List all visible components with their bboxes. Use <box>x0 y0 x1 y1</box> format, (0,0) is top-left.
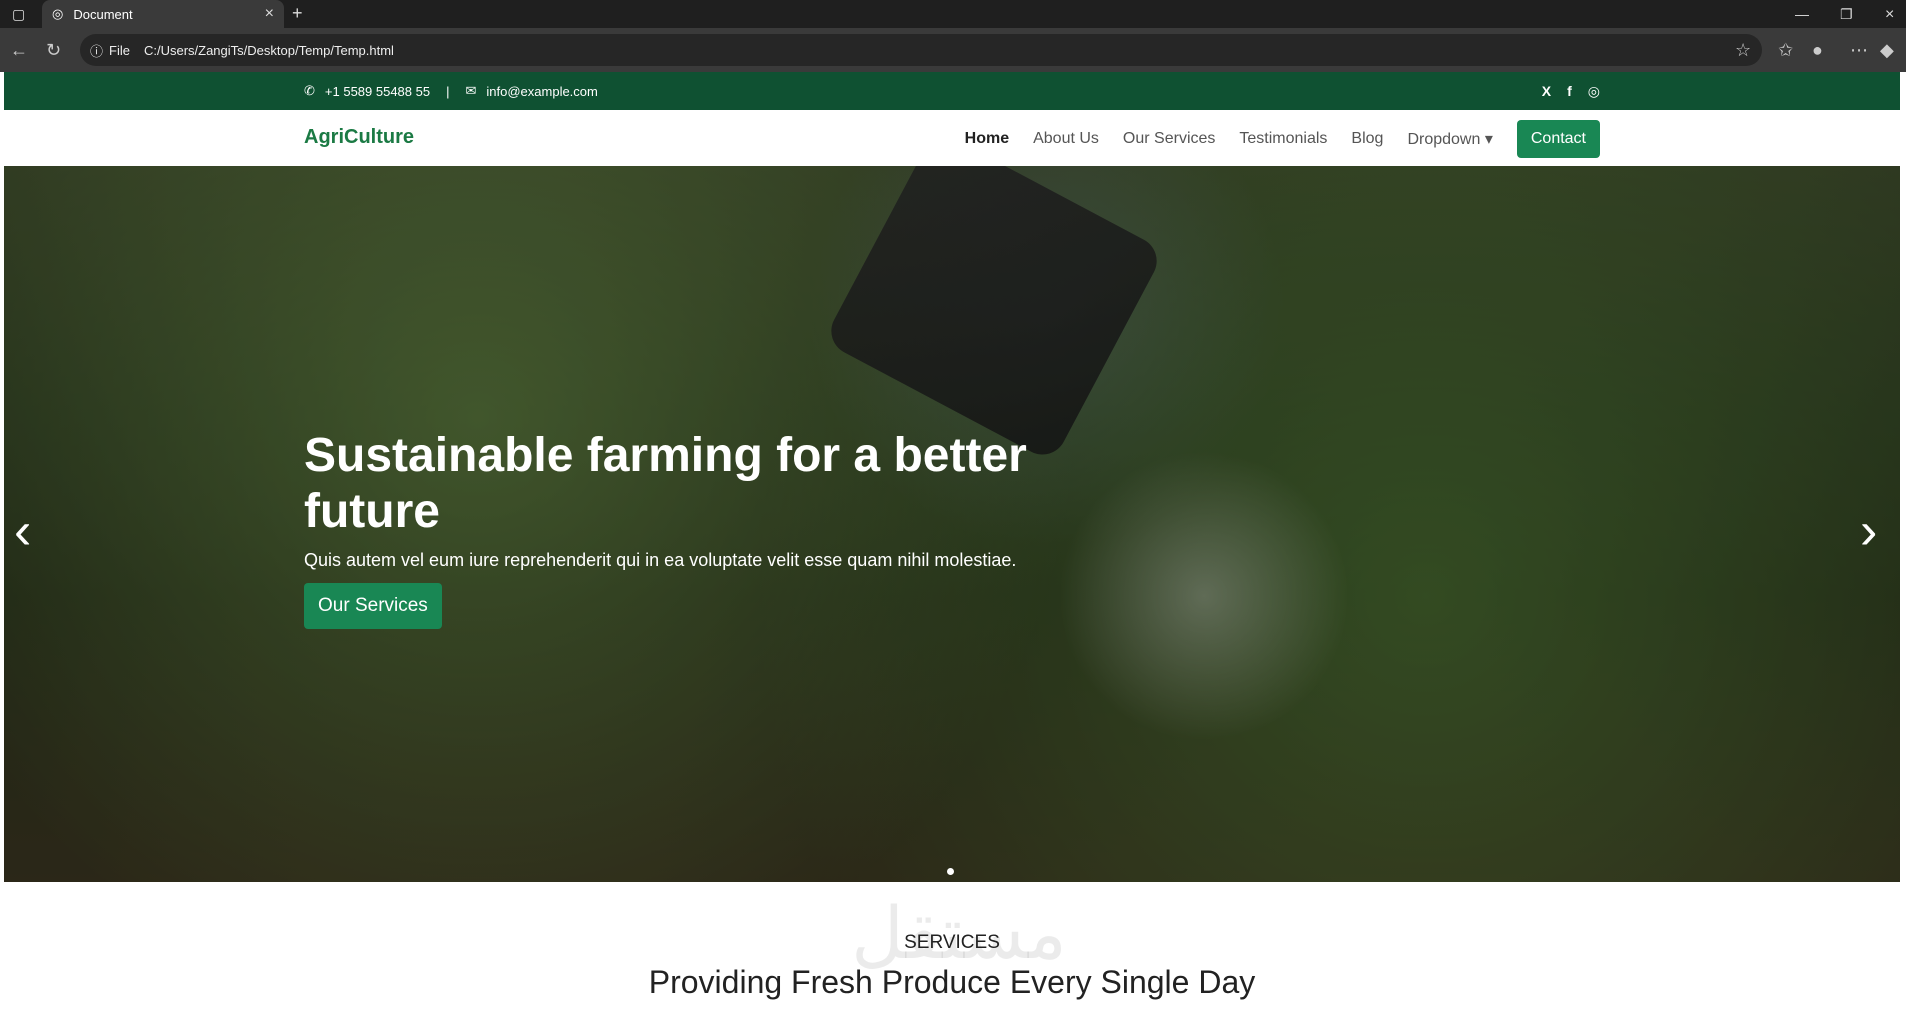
services-section: مستقل SERVICES Providing Fresh Produce E… <box>4 882 1900 1026</box>
section-heading: Providing Fresh Produce Every Single Day <box>648 964 1256 1000</box>
hero-title: Sustainable farming for a better future <box>304 429 1027 538</box>
carousel-indicator-dot[interactable] <box>947 868 954 875</box>
facebook-icon[interactable]: f <box>1567 83 1572 99</box>
restore-icon[interactable]: ❐ <box>1840 6 1853 23</box>
nav-our-services[interactable]: Our Services <box>1123 130 1215 148</box>
browser-tab[interactable]: ◎ Document × <box>42 0 284 28</box>
new-tab-icon[interactable]: + <box>292 3 303 24</box>
url-bar[interactable]: ⓘ File C:/Users/ZangiTs/Desktop/Temp/Tem… <box>80 34 1762 66</box>
nav-dropdown[interactable]: Dropdown ▾ <box>1407 129 1492 149</box>
globe-icon: ◎ <box>52 6 64 21</box>
topbar: ✆ +1 5589 55488 55 | ✉ info@example.com … <box>4 72 1900 110</box>
url-text: C:/Users/ZangiTs/Desktop/Temp/Temp.html <box>143 42 394 58</box>
phone-number: +1 5589 55488 55 <box>324 83 431 99</box>
section-eyebrow: SERVICES <box>904 932 1000 953</box>
hero-carousel: ‹ › Sustainable farming for a better fut… <box>4 166 1900 882</box>
our-services-button[interactable]: Our Services <box>304 583 442 629</box>
hero-subtitle: Quis autem vel eum iure reprehenderit qu… <box>304 550 1017 570</box>
instagram-icon[interactable]: ◎ <box>1588 83 1600 100</box>
info-icon: ⓘ <box>90 43 104 59</box>
minimize-icon[interactable]: — <box>1795 6 1809 22</box>
carousel-next-icon[interactable]: › <box>1860 501 1877 561</box>
site-logo[interactable]: AgriCulture <box>304 126 414 149</box>
copilot-icon[interactable]: ◆ <box>1880 40 1894 61</box>
page-viewport: ✆ +1 5589 55488 55 | ✉ info@example.com … <box>4 72 1900 1026</box>
tab-title: Document <box>73 6 133 22</box>
profile-avatar-icon[interactable]: ● <box>1812 40 1823 61</box>
topbar-contact: ✆ +1 5589 55488 55 | ✉ info@example.com <box>304 72 598 110</box>
browser-tabbar: ▢ ◎ Document × + — ❐ × <box>0 0 1906 28</box>
window-icon[interactable]: ▢ <box>12 6 25 23</box>
url-scheme-label: File <box>109 42 130 58</box>
nav-about-us[interactable]: About Us <box>1033 130 1099 148</box>
favorites-icon[interactable]: ✩ <box>1778 40 1793 61</box>
close-window-icon[interactable]: × <box>1885 6 1894 24</box>
contact-button[interactable]: Contact <box>1516 120 1600 158</box>
nav-home[interactable]: Home <box>965 130 1009 148</box>
nav-testimonials[interactable]: Testimonials <box>1239 130 1327 148</box>
phone-icon: ✆ <box>304 83 315 98</box>
mail-icon: ✉ <box>465 83 477 98</box>
carousel-prev-icon[interactable]: ‹ <box>14 501 31 561</box>
more-options-icon[interactable]: ⋯ <box>1850 40 1868 61</box>
reload-icon[interactable]: ↻ <box>46 40 61 61</box>
navbar: AgriCulture Home About Us Our Services T… <box>4 110 1900 166</box>
favorite-star-icon[interactable]: ☆ <box>1735 40 1751 61</box>
back-icon[interactable]: ← <box>10 40 28 61</box>
social-links: X f ◎ <box>1542 72 1600 110</box>
nav-blog[interactable]: Blog <box>1351 130 1383 148</box>
x-twitter-icon[interactable]: X <box>1542 83 1551 99</box>
topbar-separator: | <box>446 83 450 99</box>
main-menu: Home About Us Our Services Testimonials … <box>965 120 1600 158</box>
email-link[interactable]: info@example.com <box>486 84 597 99</box>
close-tab-icon[interactable]: × <box>265 5 274 23</box>
hero-content: Sustainable farming for a better future … <box>304 428 1124 629</box>
